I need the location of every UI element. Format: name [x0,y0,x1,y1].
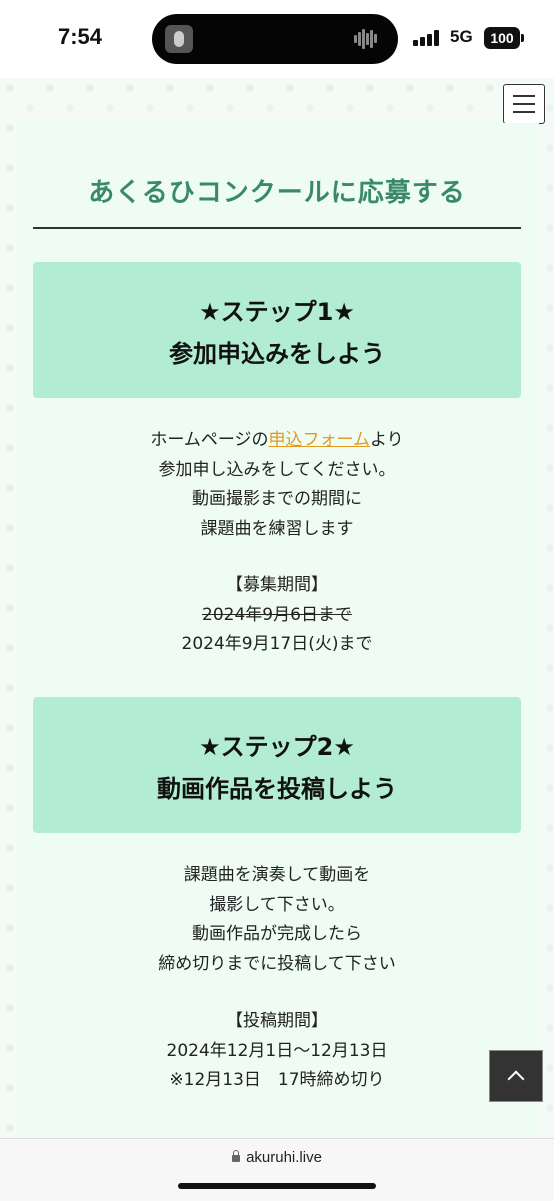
cellular-signal-icon [413,30,441,46]
lock-icon [232,1149,241,1162]
recruitment-period-label: 【募集期間】 [226,575,328,595]
step1-desc-line: 動画撮影までの期間に [192,489,362,509]
old-deadline: 2024年9月6日まで [202,604,352,625]
step2-box: ★ステップ2★ 動画作品を投稿しよう [33,697,521,833]
submission-period: 【投稿期間】 2024年12月1日～12月13日 ※12月13日 17時締め切り [33,1007,521,1096]
submission-deadline-note: ※12月13日 17時締め切り [169,1070,385,1090]
application-form-link[interactable]: 申込フォーム [268,430,370,450]
status-bar: 7:54 5G 100 [0,0,554,78]
step2-title: 動画作品を投稿しよう [157,775,397,803]
step1-desc-post: より [369,430,404,450]
browser-address-bar[interactable]: akuruhi.live [0,1138,554,1201]
clock: 7:54 [58,24,103,49]
dynamic-island [152,14,398,64]
audio-waveform-icon [354,28,384,50]
content-card: あくるひコンクールに応募する ★ステップ1★ 参加申込みをしよう ホームページの… [15,123,539,1143]
step1-box: ★ステップ1★ 参加申込みをしよう [33,262,521,398]
address-field[interactable]: akuruhi.live [0,1149,554,1166]
submission-period-label: 【投稿期間】 [226,1011,328,1031]
step2-desc-line: 締め切りまでに投稿して下さい [158,953,396,974]
step2-desc-line: 動画作品が完成したら [192,924,362,944]
step2-desc-line: 撮影して下さい。 [209,894,345,915]
home-indicator[interactable] [178,1183,376,1189]
step2-label: ★ステップ2★ [199,733,355,761]
step2-desc-line: 課題曲を演奏して動画を [183,865,371,885]
step1-desc-line: 参加申し込みをしてください。 [158,459,396,480]
step1-desc-pre: ホームページの [150,430,269,450]
step1-title: 参加申込みをしよう [169,340,385,368]
battery-icon: 100 [484,27,524,49]
new-deadline: 2024年9月17日(火)まで [181,634,373,654]
step1-desc-line: 課題曲を練習します [200,518,354,539]
network-type: 5G [450,27,473,46]
submission-period-range: 2024年12月1日～12月13日 [166,1040,388,1061]
hamburger-menu-button[interactable] [503,84,545,124]
scroll-to-top-button[interactable] [489,1050,543,1102]
step1-description: ホームページの申込フォームより 参加申し込みをしてください。 動画撮影までの期間… [33,426,521,544]
url-text: akuruhi.live [246,1149,322,1166]
page-title: あくるひコンクールに応募する [33,171,521,229]
step1-label: ★ステップ1★ [199,298,355,326]
step2-description: 課題曲を演奏して動画を 撮影して下さい。 動画作品が完成したら 締め切りまでに投… [33,861,521,979]
now-playing-app-icon [165,25,193,53]
recruitment-period: 【募集期間】 2024年9月6日まで 2024年9月17日(火)まで [33,571,521,660]
